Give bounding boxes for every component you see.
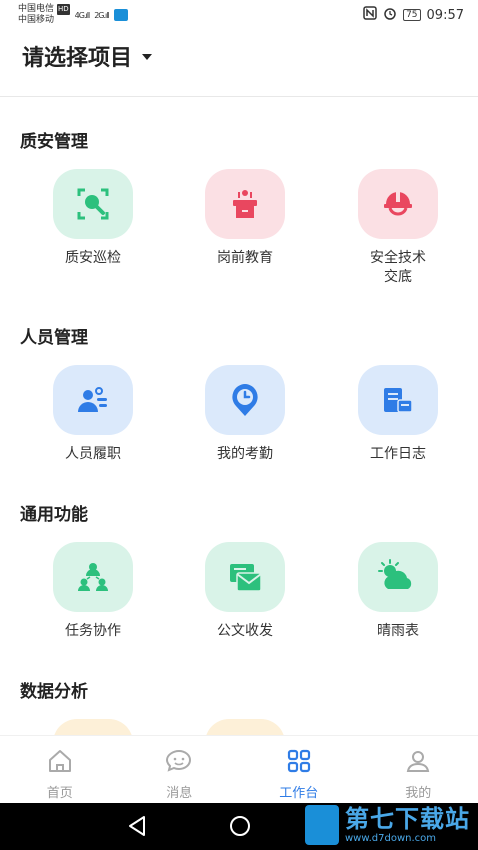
section-title: 数据分析	[20, 682, 88, 702]
tile-task-collaboration[interactable]: 任务协作	[33, 542, 153, 641]
hard-hat-icon	[358, 169, 438, 239]
user-icon	[405, 748, 431, 778]
status-right: 75 09:57	[363, 6, 464, 24]
tile-data-2[interactable]	[185, 719, 305, 735]
watermark-title: 第七下载站	[345, 805, 470, 833]
signal-4g: 4G.ıll	[74, 10, 90, 20]
tab-messages[interactable]: 消息	[120, 736, 240, 803]
page-title: 请选择项目	[22, 46, 133, 71]
clock-pin-icon	[205, 365, 285, 435]
tile-personnel-duty[interactable]: 人员履职	[33, 365, 153, 464]
tile-safety-tech-briefing[interactable]: 安全技术 交底	[338, 169, 458, 287]
home-button-icon[interactable]	[228, 813, 252, 843]
nfc-icon	[363, 6, 377, 24]
notification-icon	[113, 9, 128, 21]
bottom-tab-bar: 首页 消息 工作台 我的	[0, 735, 478, 803]
tab-label: 工作台	[279, 786, 319, 801]
tile-label: 岗前教育	[217, 250, 273, 266]
carrier-2: 中国移动	[18, 15, 55, 25]
tile-label: 工作日志	[370, 446, 426, 462]
section-title: 质安管理	[20, 132, 88, 152]
tab-label: 首页	[46, 786, 73, 801]
back-icon[interactable]	[126, 813, 148, 843]
section-title: 人员管理	[20, 328, 88, 348]
data-analysis-icon	[205, 719, 285, 735]
hd-badge: HD	[57, 4, 70, 15]
tile-data-1[interactable]	[33, 719, 153, 735]
status-left: 中国电信 HD 中国移动 4G.ıll 2G.ıll	[18, 4, 128, 26]
mail-doc-icon	[205, 542, 285, 612]
weather-icon	[358, 542, 438, 612]
tile-label: 晴雨表	[377, 623, 419, 639]
carrier-1: 中国电信	[18, 4, 55, 14]
tab-label: 消息	[166, 786, 193, 801]
status-bar: 中国电信 HD 中国移动 4G.ıll 2G.ıll 75 09:57	[0, 0, 478, 30]
carriers: 中国电信 HD 中国移动	[18, 4, 70, 26]
project-selector[interactable]: 请选择项目	[22, 40, 153, 72]
home-icon	[47, 748, 73, 778]
tab-mine[interactable]: 我的	[359, 736, 478, 803]
tile-pre-job-education[interactable]: 岗前教育	[185, 169, 305, 268]
signal-2g: 2G.ıll	[94, 10, 109, 20]
podium-icon	[205, 169, 285, 239]
tab-label: 我的	[405, 786, 432, 801]
clock-time: 09:57	[426, 7, 464, 23]
watermark: 第七下载站 www.d7down.com	[305, 805, 470, 845]
tile-label: 公文收发	[217, 623, 273, 639]
battery-indicator: 75	[403, 9, 421, 21]
tab-workbench[interactable]: 工作台	[239, 736, 359, 803]
tab-home[interactable]: 首页	[0, 736, 120, 803]
search-inspect-icon	[53, 169, 133, 239]
tile-quality-inspection[interactable]: 质安巡检	[33, 169, 153, 268]
data-analysis-icon	[53, 719, 133, 735]
tile-weather[interactable]: 晴雨表	[338, 542, 458, 641]
system-nav-bar: 第七下载站 www.d7down.com	[0, 803, 478, 850]
person-duty-icon	[53, 365, 133, 435]
watermark-logo	[305, 805, 339, 845]
tile-label: 任务协作	[65, 623, 121, 639]
tile-label: 安全技术 交底	[370, 250, 426, 285]
tile-my-attendance[interactable]: 我的考勤	[185, 365, 305, 464]
chat-icon	[165, 748, 193, 778]
work-log-icon	[358, 365, 438, 435]
section-title: 通用功能	[20, 505, 88, 525]
tile-document-exchange[interactable]: 公文收发	[185, 542, 305, 641]
watermark-url: www.d7down.com	[345, 833, 437, 844]
tile-label: 质安巡检	[65, 250, 121, 266]
caret-down-icon	[142, 54, 153, 60]
tile-label: 我的考勤	[217, 446, 273, 462]
tile-work-log[interactable]: 工作日志	[338, 365, 458, 464]
tile-label: 人员履职	[65, 446, 121, 462]
team-collab-icon	[53, 542, 133, 612]
alarm-icon	[383, 6, 397, 24]
grid-icon	[286, 748, 312, 778]
workbench-content[interactable]: 质安管理 质安巡检 岗前教育 安全技术 交底 人员管理 人员履职 我的考勤 工作…	[0, 97, 478, 735]
